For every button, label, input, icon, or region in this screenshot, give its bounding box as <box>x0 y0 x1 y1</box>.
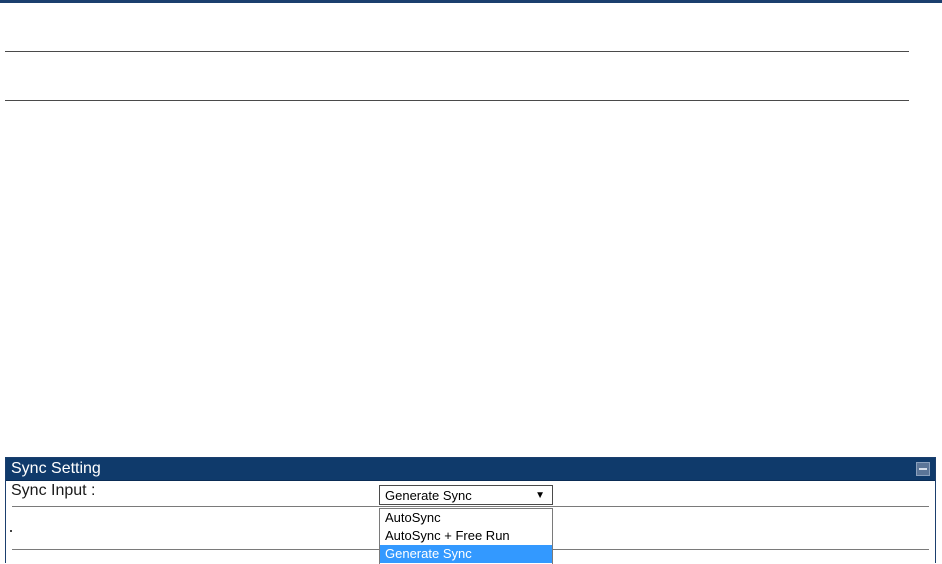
chevron-down-icon: ▼ <box>535 490 545 501</box>
sync-input-dropdown-list: AutoSync AutoSync + Free Run Generate Sy… <box>379 508 553 564</box>
collapse-button[interactable] <box>916 462 930 476</box>
panel-title: Sync Setting <box>11 460 101 477</box>
row-dot <box>10 530 12 532</box>
divider-bottom <box>5 100 909 101</box>
option-generate-sync[interactable]: Generate Sync <box>380 545 552 563</box>
sync-input-select[interactable]: Generate Sync ▼ <box>379 485 553 505</box>
sync-input-selected-value: Generate Sync <box>385 488 472 503</box>
divider-top <box>5 51 909 52</box>
option-autosync[interactable]: AutoSync <box>380 509 552 527</box>
sync-setting-panel: Sync Setting Sync Input : Generate Sync … <box>5 457 936 564</box>
minus-square-icon <box>919 468 927 470</box>
top-accent-bar <box>0 0 942 3</box>
row-divider <box>12 506 929 507</box>
option-autosync-free-run[interactable]: AutoSync + Free Run <box>380 527 552 545</box>
panel-header: Sync Setting <box>6 458 935 481</box>
sync-input-label: Sync Input : <box>11 482 96 499</box>
